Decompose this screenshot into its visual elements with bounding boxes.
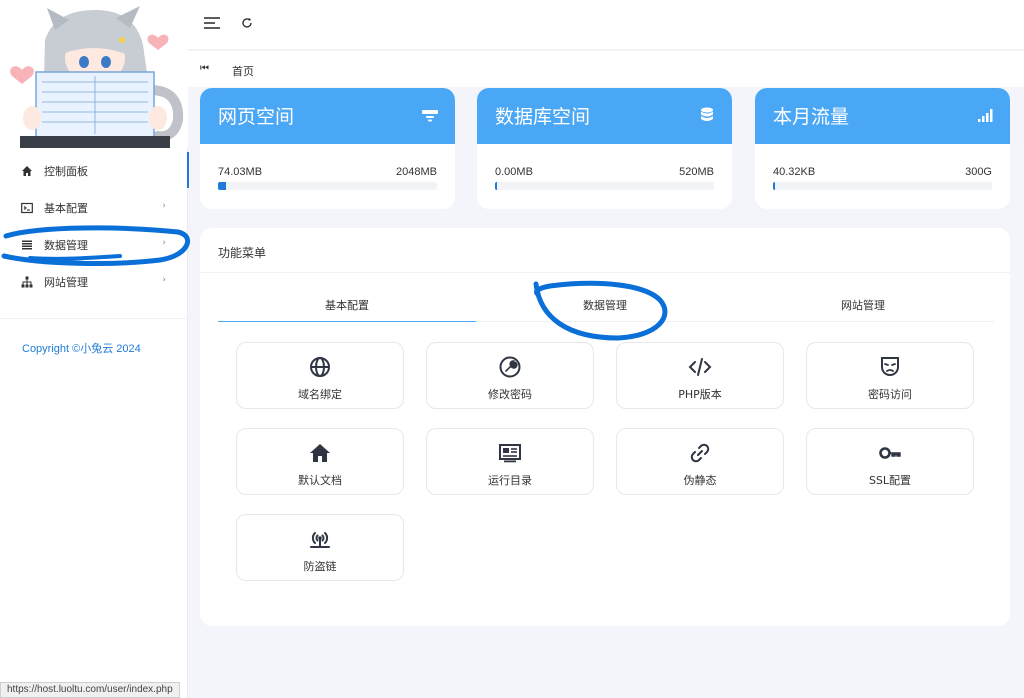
code-icon: [688, 355, 712, 379]
progress-fill: [218, 182, 226, 190]
first-tab-icon[interactable]: ⏮: [200, 63, 209, 74]
refresh-icon: [241, 17, 253, 32]
tile-label: 运行目录: [488, 474, 532, 487]
broadcast-tower-icon: [308, 527, 332, 551]
copyright-text: Copyright ©小兔云 2024: [22, 343, 141, 355]
tile-password-access[interactable]: 密码访问: [806, 342, 974, 409]
function-menu-panel: 功能菜单 基本配置 数据管理 网站管理 域名绑定 修改密码 PHP版本 密码访问…: [200, 228, 1010, 626]
page-tab-bar: ⏮ 首页: [188, 51, 1024, 87]
chevron-right-icon: ›: [162, 201, 166, 211]
panel-title: 功能菜单: [218, 246, 267, 260]
sidebar: 控制面板 基本配置 › 数据管理 › 网站管理 › Copyright ©小兔云…: [0, 0, 189, 698]
sidebar-item-label: 基本配置: [44, 201, 88, 215]
home-icon: [20, 164, 34, 178]
stat-card-web-space: 网页空间 74.03MB 2048MB: [200, 88, 455, 209]
tile-ssl-config[interactable]: SSL配置: [806, 428, 974, 495]
stat-total-value: 300G: [965, 166, 992, 178]
stat-total-value: 520MB: [679, 166, 714, 178]
progress-fill: [773, 182, 775, 190]
top-bar: [188, 0, 1024, 50]
stat-card-title: 数据库空间: [495, 106, 591, 128]
panel-divider: [200, 272, 1010, 273]
sidebar-item-dashboard[interactable]: 控制面板: [0, 152, 189, 189]
tile-rewrite[interactable]: 伪静态: [616, 428, 784, 495]
stat-total-value: 2048MB: [396, 166, 437, 178]
tile-label: 伪静态: [683, 474, 717, 487]
sidebar-item-label: 数据管理: [44, 238, 88, 252]
tab-basic-config[interactable]: 基本配置: [218, 292, 476, 322]
sidebar-item-label: 控制面板: [44, 164, 88, 178]
sidebar-divider: [0, 318, 188, 319]
wrench-icon: [498, 355, 522, 379]
function-tabs: 基本配置 数据管理 网站管理: [218, 292, 994, 322]
stat-card-title: 网页空间: [218, 106, 295, 128]
sidebar-item-basic-config[interactable]: 基本配置 ›: [0, 189, 188, 226]
database-icon: [698, 106, 716, 124]
tile-label: SSL配置: [868, 474, 912, 487]
hdd-icon: [421, 106, 439, 124]
tile-label: PHP版本: [678, 388, 722, 401]
mask-icon: [878, 355, 902, 379]
chevron-right-icon: ›: [162, 275, 166, 285]
tile-default-document[interactable]: 默认文档: [236, 428, 404, 495]
chevron-right-icon: ›: [162, 238, 166, 248]
progress-bar: [495, 182, 714, 190]
stat-card-header: 网页空间: [200, 88, 455, 144]
status-bar-url: https://host.luoltu.com/user/index.php: [0, 682, 180, 698]
house-icon: [308, 441, 332, 465]
tile-label: 防盗链: [303, 560, 337, 573]
tile-label: 密码访问: [868, 388, 912, 401]
progress-bar: [773, 182, 992, 190]
stat-used-value: 40.32KB: [773, 166, 816, 178]
list-icon: [20, 238, 34, 252]
hamburger-icon: [204, 16, 220, 32]
tile-hotlink-protection[interactable]: 防盗链: [236, 514, 404, 581]
sidebar-item-site-management[interactable]: 网站管理 ›: [0, 263, 188, 300]
sidebar-menu: 控制面板 基本配置 › 数据管理 › 网站管理 ›: [0, 152, 189, 300]
sitemap-icon: [20, 275, 34, 289]
terminal-icon: [20, 201, 34, 215]
stat-card-monthly-traffic: 本月流量 40.32KB 300G: [755, 88, 1010, 209]
progress-fill: [495, 182, 497, 190]
logo-illustration: [0, 0, 188, 148]
signal-icon: [976, 106, 994, 124]
tile-label: 域名绑定: [298, 388, 342, 401]
stat-card-header: 数据库空间: [477, 88, 732, 144]
newspaper-icon: [498, 441, 522, 465]
sidebar-item-label: 网站管理: [44, 275, 88, 289]
stat-used-value: 74.03MB: [218, 166, 263, 178]
refresh-button[interactable]: [237, 14, 257, 34]
tab-home[interactable]: 首页: [232, 63, 254, 79]
stat-card-database-space: 数据库空间 0.00MB 520MB: [477, 88, 732, 209]
link-icon: [688, 441, 712, 465]
tab-data-management[interactable]: 数据管理: [476, 292, 734, 322]
tile-domain-binding[interactable]: 域名绑定: [236, 342, 404, 409]
tile-run-directory[interactable]: 运行目录: [426, 428, 594, 495]
sidebar-item-data-management[interactable]: 数据管理 ›: [0, 226, 188, 263]
globe-icon: [308, 355, 332, 379]
tile-label: 默认文档: [298, 474, 342, 487]
stat-used-value: 0.00MB: [495, 166, 533, 178]
menu-toggle-button[interactable]: [202, 14, 222, 34]
tab-site-management[interactable]: 网站管理: [734, 292, 992, 322]
stat-card-header: 本月流量: [755, 88, 1010, 144]
tile-label: 修改密码: [488, 388, 532, 401]
key-icon: [878, 441, 902, 465]
stat-card-title: 本月流量: [773, 106, 850, 128]
tile-change-password[interactable]: 修改密码: [426, 342, 594, 409]
tile-php-version[interactable]: PHP版本: [616, 342, 784, 409]
progress-bar: [218, 182, 437, 190]
